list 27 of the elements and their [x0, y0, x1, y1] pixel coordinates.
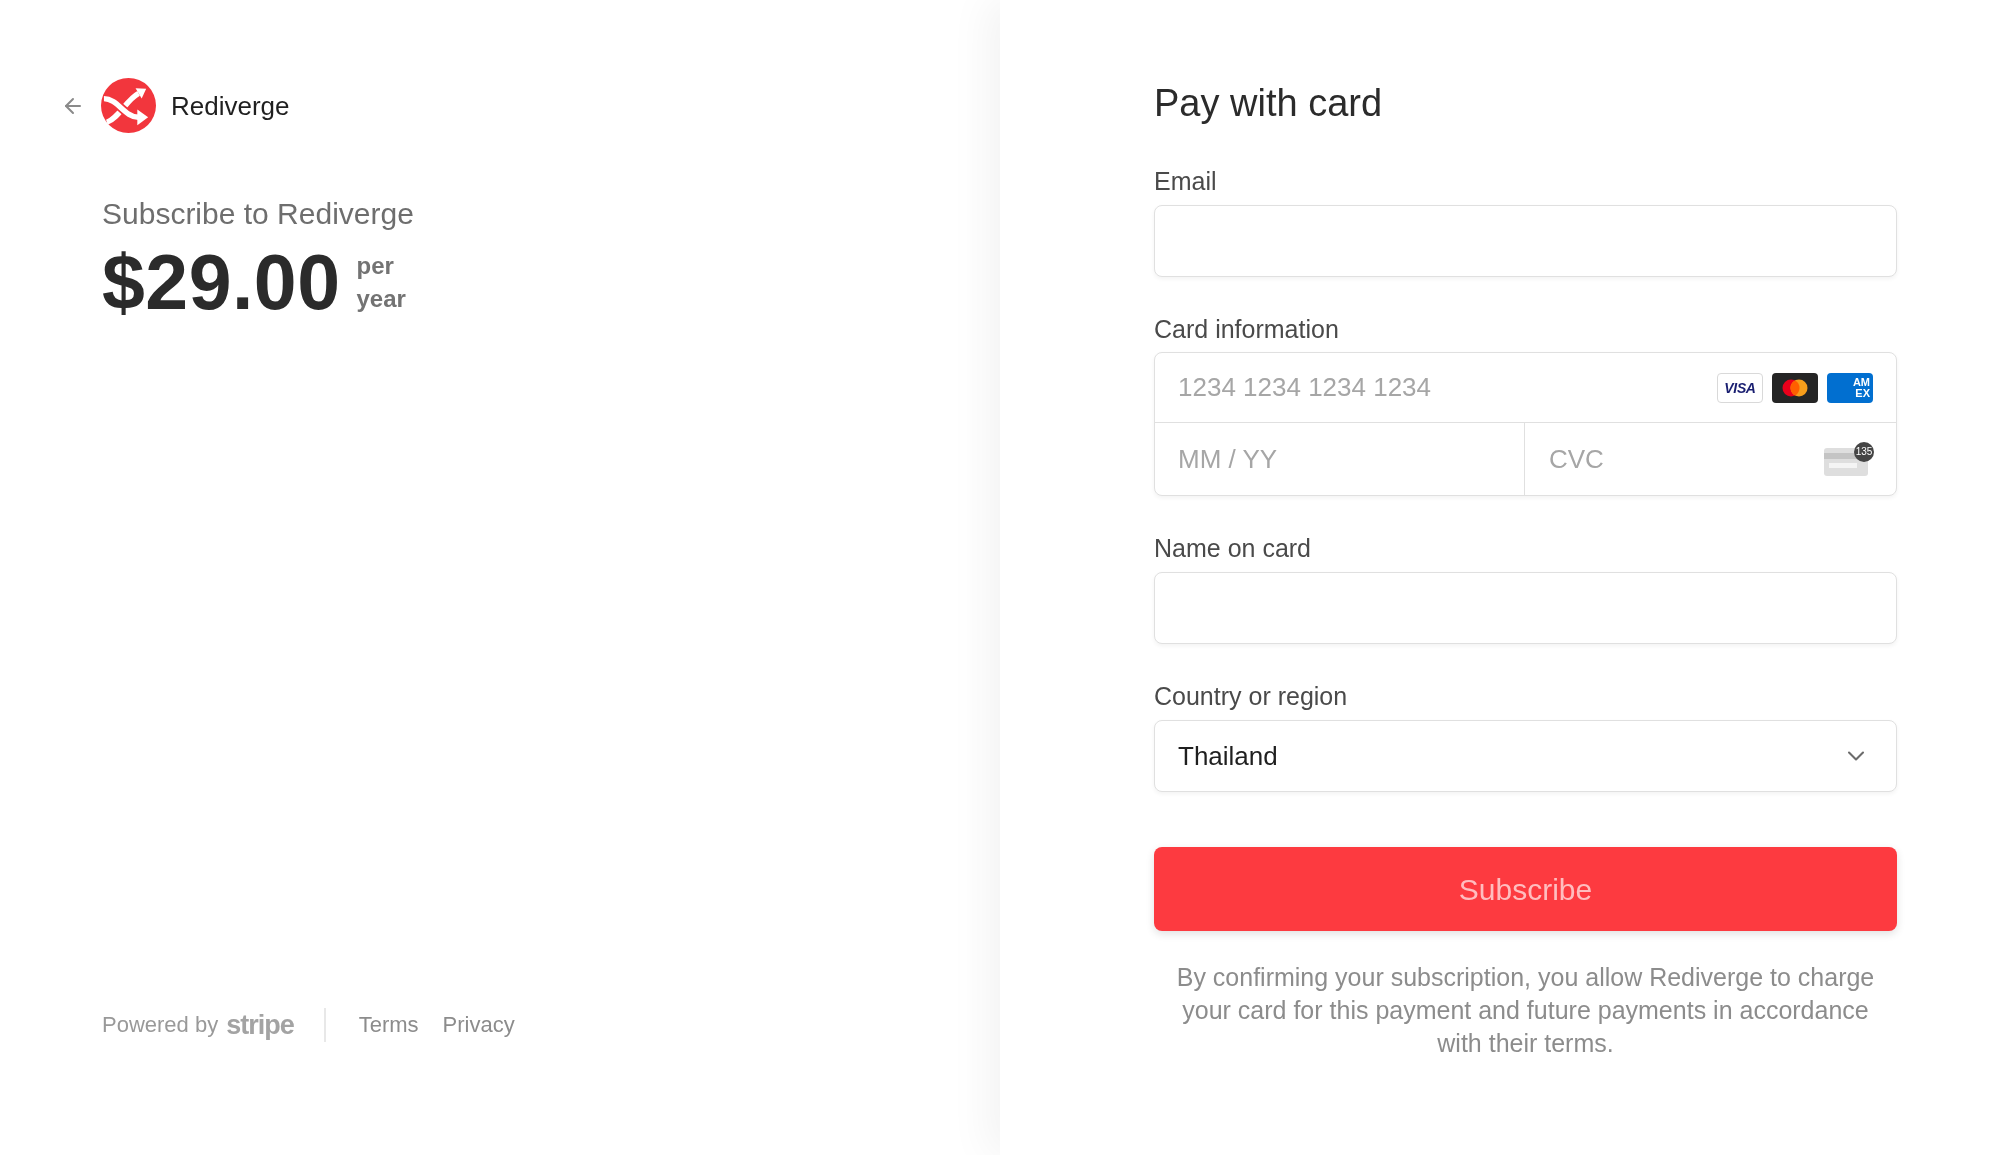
two-circles-logo-icon: [1772, 372, 1818, 403]
form-title: Pay with card: [1154, 81, 1383, 126]
country-select[interactable]: Thailand: [1154, 720, 1897, 792]
price-amount: $29.00: [102, 242, 341, 322]
stripe-logo: stripe: [226, 1011, 294, 1039]
crossing-arrows-icon: [101, 78, 156, 133]
visa-logo: VISA: [1717, 372, 1763, 403]
card-number-input[interactable]: 1234 1234 1234 1234: [1155, 353, 1717, 422]
subscription-title: Subscribe to Rediverge: [102, 196, 414, 232]
terms-notice: By confirming your subscription, you allow Rediverge to charge your card for this payment and future payments in accordance with their terms.: [1175, 962, 1876, 1059]
card-info-label: Card information: [1154, 314, 1339, 344]
name-input[interactable]: [1154, 572, 1897, 644]
merchant-name: Rediverge: [171, 89, 290, 122]
billing-period: per year: [356, 251, 406, 314]
card-details-field[interactable]: 1234 1234 1234 1234 VISA AM EX MM / YY CVC 135: [1154, 352, 1897, 496]
footer-link[interactable]: Terms: [358, 1011, 419, 1039]
email-label: Email: [1154, 166, 1217, 196]
powered-by-text: Powered by: [102, 1011, 219, 1039]
expiry-input[interactable]: MM / YY: [1155, 423, 1525, 495]
subscribe-button[interactable]: Subscribe: [1154, 847, 1897, 931]
amex-logo: AM EX: [1827, 372, 1873, 403]
footer-link[interactable]: Privacy: [442, 1011, 515, 1039]
email-input[interactable]: [1154, 205, 1897, 277]
country-label: Country or region: [1154, 681, 1348, 711]
name-label: Name on card: [1154, 533, 1312, 563]
cvc-input[interactable]: CVC: [1525, 423, 1824, 495]
cvc-number-badge: 135: [1854, 442, 1874, 462]
